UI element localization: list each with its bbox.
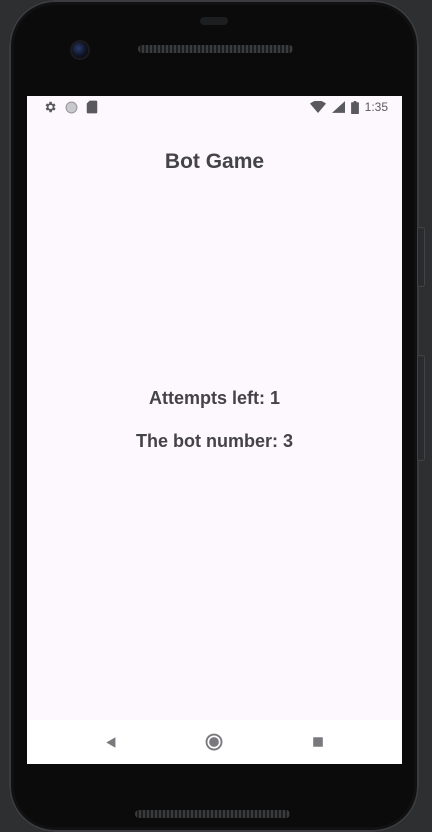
device-frame: 1:35 Bot Game Attempts left: 1 The bot n… [0, 0, 432, 832]
status-left-icons [43, 100, 98, 114]
top-sensor [200, 17, 228, 25]
recents-icon [312, 736, 324, 748]
page-title: Bot Game [164, 150, 265, 173]
circle-status-icon [65, 101, 78, 114]
battery-icon [350, 100, 359, 114]
navigation-bar [27, 720, 402, 764]
app-screen: 1:35 Bot Game Attempts left: 1 The bot n… [27, 96, 402, 764]
status-bar: 1:35 [27, 96, 402, 118]
back-icon [105, 736, 118, 749]
attempts-left-text: Attempts left: 1 [148, 388, 280, 408]
wifi-icon [309, 101, 326, 113]
gear-icon [43, 100, 57, 114]
power-button [418, 356, 424, 460]
bottom-speaker [135, 810, 290, 818]
home-icon [205, 733, 223, 751]
home-button[interactable] [184, 720, 244, 764]
cell-signal-icon [331, 101, 345, 113]
back-button[interactable] [81, 720, 141, 764]
sd-card-icon [86, 100, 98, 114]
top-speaker [138, 45, 293, 53]
volume-button [418, 228, 424, 286]
bot-number-text: The bot number: 3 [136, 431, 293, 451]
status-right-icons: 1:35 [309, 100, 388, 114]
recents-button[interactable] [288, 720, 348, 764]
status-time: 1:35 [364, 100, 388, 114]
front-camera [72, 42, 88, 58]
